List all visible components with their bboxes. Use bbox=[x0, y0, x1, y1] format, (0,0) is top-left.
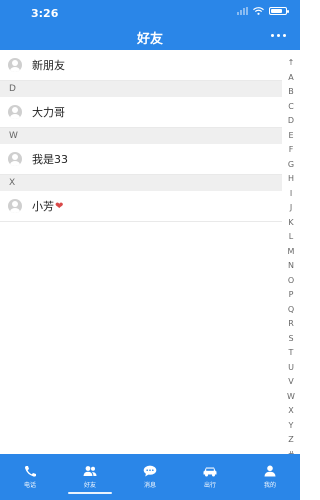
index-letter[interactable]: K bbox=[288, 216, 293, 231]
section-header: X bbox=[0, 175, 282, 191]
section-header: D bbox=[0, 81, 282, 97]
contact-name: 大力哥 bbox=[32, 106, 65, 119]
index-letter[interactable]: Q bbox=[288, 303, 294, 318]
tab-label: 电话 bbox=[23, 482, 36, 489]
index-letter[interactable]: G bbox=[288, 158, 294, 173]
avatar-icon bbox=[8, 199, 22, 213]
contact-name: 我是33 bbox=[32, 153, 68, 166]
index-letter[interactable]: Y bbox=[289, 419, 294, 434]
index-letter[interactable]: H bbox=[288, 172, 294, 187]
index-letter[interactable]: I bbox=[290, 187, 292, 202]
section-header: W bbox=[0, 128, 282, 144]
index-letter[interactable]: F bbox=[289, 143, 294, 158]
tab-label: 我的 bbox=[263, 482, 276, 489]
tab-label: 好友 bbox=[83, 482, 96, 489]
index-letter[interactable]: C bbox=[288, 100, 294, 115]
profile-icon bbox=[264, 465, 276, 477]
index-letter[interactable]: T bbox=[289, 346, 294, 361]
index-letter[interactable]: O bbox=[288, 274, 294, 289]
index-letter[interactable]: W bbox=[287, 390, 295, 405]
header-bar: 3:26 好友 bbox=[0, 0, 300, 50]
status-bar: 3:26 bbox=[0, 0, 300, 24]
friends-icon bbox=[83, 466, 97, 476]
index-letter[interactable]: Z bbox=[288, 433, 293, 448]
index-letter[interactable]: U bbox=[288, 361, 294, 376]
index-letter[interactable]: D bbox=[288, 114, 294, 129]
avatar-icon bbox=[8, 58, 22, 72]
tab-profile[interactable]: 我的 bbox=[240, 454, 300, 500]
index-letter[interactable]: L bbox=[289, 230, 293, 245]
index-letter[interactable]: M bbox=[288, 245, 295, 260]
avatar-icon bbox=[8, 152, 22, 166]
index-letter[interactable]: R bbox=[288, 317, 294, 332]
message-icon bbox=[143, 465, 157, 477]
index-letter[interactable]: ↑ bbox=[288, 56, 295, 71]
page-title: 好友 bbox=[136, 32, 163, 47]
tab-bar: 电话 好友 消息 出行 我的 bbox=[0, 454, 300, 500]
status-time: 3:26 bbox=[31, 7, 59, 20]
heart-icon: ❤ bbox=[55, 200, 64, 212]
list-item-contact[interactable]: 小芳 ❤ bbox=[0, 191, 282, 222]
tab-phone[interactable]: 电话 bbox=[0, 454, 60, 500]
signal-icon bbox=[237, 7, 248, 15]
tab-travel[interactable]: 出行 bbox=[180, 454, 240, 500]
index-letter[interactable]: P bbox=[289, 288, 294, 303]
wifi-icon bbox=[253, 7, 264, 15]
tab-label: 消息 bbox=[143, 482, 156, 489]
index-letter[interactable]: E bbox=[288, 129, 293, 144]
index-letter[interactable]: S bbox=[288, 332, 293, 347]
phone-icon bbox=[24, 466, 36, 477]
battery-icon bbox=[269, 7, 289, 15]
list-item-new-friends[interactable]: 新朋友 bbox=[0, 50, 282, 81]
alphabet-index[interactable]: ↑ABCDEFGHIJKLMNOPQRSTUVWXYZ# bbox=[282, 56, 300, 462]
avatar-icon bbox=[8, 105, 22, 119]
tab-friends[interactable]: 好友 bbox=[60, 454, 120, 500]
status-icons bbox=[237, 7, 289, 15]
index-letter[interactable]: V bbox=[288, 375, 293, 390]
index-letter[interactable]: A bbox=[288, 71, 293, 86]
list-item-contact[interactable]: 大力哥 bbox=[0, 97, 282, 128]
index-letter[interactable]: X bbox=[288, 404, 293, 419]
tab-label: 出行 bbox=[203, 482, 216, 489]
car-icon bbox=[203, 467, 217, 477]
index-letter[interactable]: N bbox=[288, 259, 294, 274]
contact-name: 新朋友 bbox=[32, 59, 65, 72]
tab-messages[interactable]: 消息 bbox=[120, 454, 180, 500]
more-icon[interactable] bbox=[271, 34, 286, 37]
contact-name: 小芳 bbox=[32, 200, 54, 213]
index-letter[interactable]: J bbox=[290, 201, 292, 216]
friend-list: 新朋友 D 大力哥 W 我是33 X 小芳 ❤ bbox=[0, 50, 282, 222]
index-letter[interactable]: B bbox=[288, 85, 294, 100]
list-item-contact[interactable]: 我是33 bbox=[0, 144, 282, 175]
